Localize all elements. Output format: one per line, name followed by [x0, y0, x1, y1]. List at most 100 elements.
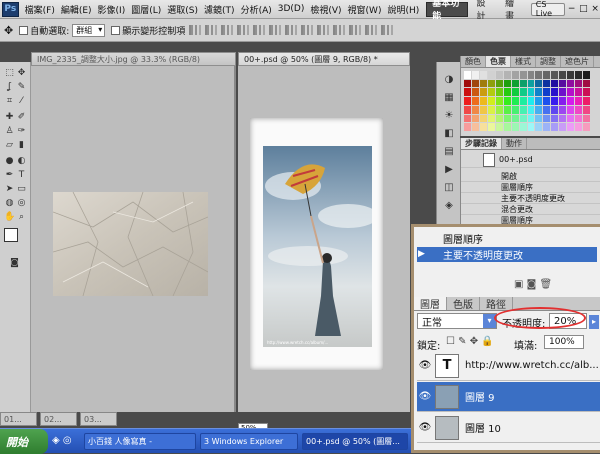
visibility-eye-icon[interactable]: 👁 — [417, 422, 433, 433]
distribute-left-icon[interactable] — [333, 25, 346, 35]
tab-adjustments[interactable]: 調整 — [536, 56, 561, 67]
swatch-cell[interactable] — [551, 97, 559, 105]
foreground-color-swatch[interactable] — [4, 228, 18, 242]
align-bottom-icon[interactable] — [221, 25, 234, 35]
workspace-essentials[interactable]: 基本功能 — [426, 0, 468, 22]
quick-mask-icon[interactable]: ◙ — [9, 258, 20, 269]
align-top-icon[interactable] — [189, 25, 202, 35]
swatch-cell[interactable] — [511, 105, 519, 114]
history-panel-icon[interactable]: ▤ — [443, 146, 455, 158]
menu-image[interactable]: 影像(I) — [95, 3, 129, 16]
eyedropper-icon[interactable]: ⁄ — [16, 96, 27, 107]
layer-row-text[interactable]: 👁 T http://www.wretch.cc/alb... — [417, 351, 600, 381]
quick-select-icon[interactable]: ✎ — [16, 82, 27, 93]
align-middle-icon[interactable] — [205, 25, 218, 35]
swatches-panel-icon[interactable]: ▦ — [443, 92, 455, 104]
auto-select-dropdown[interactable]: 群組 — [72, 23, 106, 37]
swatch-cell[interactable] — [527, 123, 535, 131]
doc2-tab[interactable]: 00+.psd @ 50% (圖層 9, RGB/8) * — [238, 52, 410, 66]
swatch-cell[interactable] — [543, 88, 551, 97]
layer-row-selected[interactable]: 👁 圖層 9 — [417, 382, 600, 412]
swatch-cell[interactable] — [543, 71, 551, 79]
swatch-cell[interactable] — [503, 123, 511, 131]
swatch-cell[interactable] — [487, 123, 495, 131]
swatch-cell[interactable] — [527, 71, 535, 79]
swatch-cell[interactable] — [479, 88, 487, 97]
blur-tool-icon[interactable]: ● — [4, 156, 15, 167]
swatch-cell[interactable] — [527, 114, 535, 123]
distribute-bottom-icon[interactable] — [317, 25, 330, 35]
swatch-cell[interactable] — [551, 123, 559, 131]
shape-tool-icon[interactable]: ▭ — [16, 184, 27, 195]
align-right-icon[interactable] — [269, 25, 282, 35]
layers-panel-icon[interactable]: ◫ — [443, 182, 455, 194]
tab-actions[interactable]: 動作 — [502, 138, 527, 149]
swatch-cell[interactable] — [583, 114, 590, 123]
dodge-tool-icon[interactable]: ◐ — [16, 156, 27, 167]
swatch-cell[interactable] — [543, 114, 551, 123]
menu-view[interactable]: 檢視(V) — [307, 3, 344, 16]
swatch-cell[interactable] — [519, 123, 527, 131]
swatch-cell[interactable] — [495, 71, 503, 79]
swatch-cell[interactable] — [551, 114, 559, 123]
swatch-cell[interactable] — [519, 79, 527, 88]
menu-window[interactable]: 視窗(W) — [345, 3, 385, 16]
swatch-cell[interactable] — [511, 123, 519, 131]
swatch-cell[interactable] — [575, 79, 583, 88]
swatch-cell[interactable] — [567, 114, 575, 123]
swatch-cell[interactable] — [543, 79, 551, 88]
menu-file[interactable]: 檔案(F) — [22, 3, 58, 16]
swatch-cell[interactable] — [575, 71, 583, 79]
swatch-cell[interactable] — [464, 79, 471, 88]
lock-icons[interactable]: ☐ ✎ ✥ 🔒 — [446, 336, 494, 347]
swatch-cell[interactable] — [471, 123, 479, 131]
hand-tool-icon[interactable]: ✋ — [4, 212, 15, 223]
swatch-cell[interactable] — [583, 79, 590, 88]
swatch-cell[interactable] — [479, 97, 487, 105]
move-tool-icon[interactable]: ✥ — [16, 68, 27, 79]
swatch-cell[interactable] — [471, 71, 479, 79]
swatch-cell[interactable] — [487, 71, 495, 79]
swatch-cell[interactable] — [559, 114, 567, 123]
menu-filter[interactable]: 濾鏡(T) — [201, 3, 238, 16]
swatch-cell[interactable] — [495, 123, 503, 131]
history-row[interactable]: 圖層順序 — [461, 182, 600, 193]
swatch-cell[interactable] — [519, 105, 527, 114]
menu-3d[interactable]: 3D(D) — [275, 4, 308, 14]
tab-styles[interactable]: 樣式 — [511, 56, 536, 67]
swatch-cell[interactable] — [535, 105, 543, 114]
swatch-cell[interactable] — [487, 97, 495, 105]
swatch-cell[interactable] — [495, 97, 503, 105]
swatch-cell[interactable] — [559, 71, 567, 79]
swatch-cell[interactable] — [543, 123, 551, 131]
swatch-cell[interactable] — [519, 114, 527, 123]
minimized-doc-3[interactable]: 03... — [80, 412, 117, 426]
cs-live-button[interactable]: CS Live — [530, 0, 565, 18]
minimized-doc-2[interactable]: 02... — [40, 412, 77, 426]
swatch-cell[interactable] — [503, 114, 511, 123]
swatch-cell[interactable] — [575, 123, 583, 131]
swatch-cell[interactable] — [575, 114, 583, 123]
menu-edit[interactable]: 編輯(E) — [58, 3, 95, 16]
history-snapshot[interactable]: 00+.psd — [461, 152, 600, 168]
taskbar-item-active[interactable]: 00+.psd @ 50% (圖層... — [302, 433, 408, 450]
lasso-tool-icon[interactable]: ʆ — [4, 82, 15, 93]
start-button[interactable]: 開始 — [0, 429, 48, 454]
3d-orbit-icon[interactable]: ◎ — [16, 198, 27, 209]
swatch-cell[interactable] — [567, 123, 575, 131]
swatch-cell[interactable] — [495, 88, 503, 97]
menu-layer[interactable]: 圖層(L) — [128, 3, 164, 16]
eraser-icon[interactable]: ▱ — [4, 140, 15, 151]
swatch-cell[interactable] — [511, 88, 519, 97]
swatch-cell[interactable] — [487, 79, 495, 88]
swatch-cell[interactable] — [583, 97, 590, 105]
swatch-cell[interactable] — [464, 71, 471, 79]
menu-select[interactable]: 選取(S) — [164, 3, 201, 16]
swatch-cell[interactable] — [479, 114, 487, 123]
swatch-cell[interactable] — [479, 123, 487, 131]
tab-channels[interactable]: 色版 — [447, 297, 480, 311]
auto-select-checkbox[interactable] — [19, 25, 29, 35]
swatch-cell[interactable] — [575, 88, 583, 97]
swatch-cell[interactable] — [464, 88, 471, 97]
swatch-cell[interactable] — [487, 105, 495, 114]
